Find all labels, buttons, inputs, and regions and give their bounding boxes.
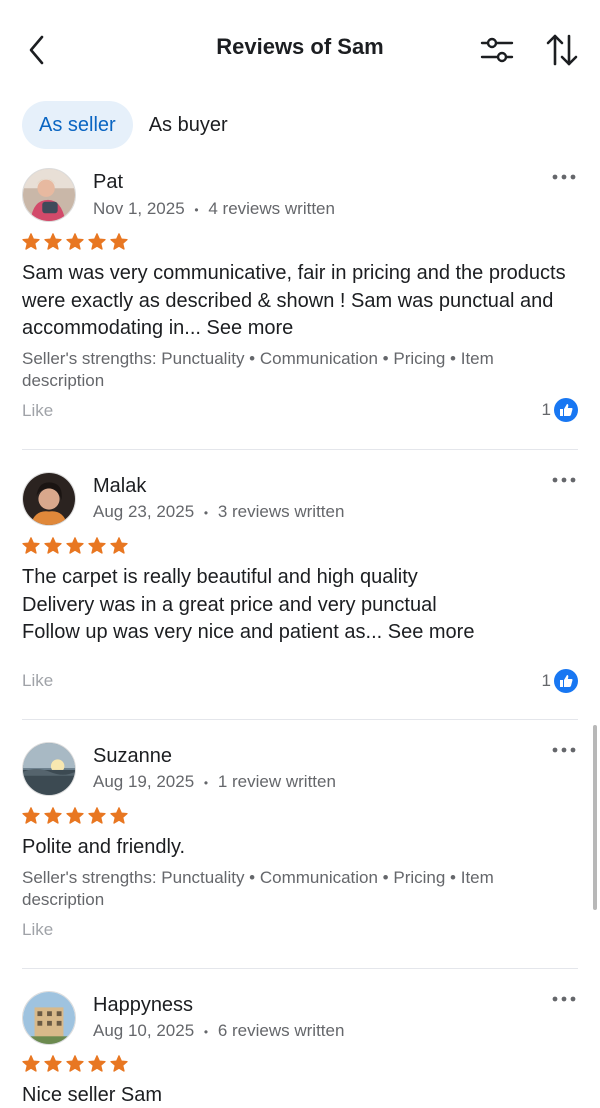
star-icon	[88, 233, 106, 250]
reviewer-name[interactable]: Malak	[93, 475, 146, 498]
meta-separator: •	[203, 506, 209, 520]
scrollbar[interactable]	[593, 725, 597, 910]
meta-separator: •	[194, 203, 199, 217]
star-icon	[110, 807, 128, 824]
more-dots-icon	[552, 747, 576, 753]
avatar[interactable]	[22, 168, 76, 222]
top-bar: Reviews of Sam	[0, 0, 600, 100]
reviews-written-count: 3 reviews written	[217, 502, 345, 521]
star-icon	[22, 537, 40, 554]
like-count[interactable]: 1	[542, 398, 578, 422]
more-options-button[interactable]	[550, 743, 578, 757]
more-options-button[interactable]	[550, 170, 578, 184]
more-dots-icon	[552, 174, 576, 180]
like-button[interactable]: Like	[22, 401, 53, 421]
star-icon	[88, 537, 106, 554]
divider	[22, 449, 578, 450]
review-body: Sam was very communicative, fair in pric…	[22, 262, 566, 339]
meta-separator: •	[203, 1025, 209, 1039]
review-text: Polite and friendly.	[22, 836, 186, 858]
tab-as-seller[interactable]: As seller	[22, 101, 133, 149]
star-icon	[66, 1055, 84, 1072]
review-role-tabs: As seller As buyer	[22, 101, 245, 149]
meta-separator: •	[203, 776, 209, 790]
like-count-number: 1	[541, 400, 551, 419]
review-meta: Aug 10, 2025 • 6 reviews written	[93, 1021, 344, 1041]
star-icon	[88, 1055, 106, 1072]
star-icon	[22, 1055, 40, 1072]
star-icon	[110, 537, 128, 554]
avatar[interactable]	[22, 991, 76, 1045]
star-icon	[44, 807, 62, 824]
star-icon	[110, 1055, 128, 1072]
star-rating	[21, 536, 129, 556]
more-options-button[interactable]	[550, 473, 578, 487]
star-icon	[66, 537, 84, 554]
reviewer-name[interactable]: Happyness	[93, 994, 193, 1017]
sort-button[interactable]	[544, 32, 580, 68]
divider	[22, 968, 578, 969]
review-meta: Aug 19, 2025 • 1 review written	[93, 772, 336, 792]
more-dots-icon	[552, 477, 576, 483]
review-date: Aug 10, 2025	[93, 1021, 195, 1040]
reviews-written-count: 6 reviews written	[217, 1021, 345, 1040]
star-icon	[66, 807, 84, 824]
sort-arrows-icon	[546, 34, 578, 66]
review-meta: Nov 1, 2025 • 4 reviews written	[93, 199, 335, 219]
star-icon	[22, 807, 40, 824]
review-text: Nice seller Sam	[22, 1084, 163, 1106]
avatar[interactable]	[22, 472, 76, 526]
review-line: Follow up was very nice and patient as..…	[22, 621, 383, 643]
like-button[interactable]: Like	[22, 671, 53, 691]
star-icon	[44, 537, 62, 554]
review-line: The carpet is really beautiful and high …	[22, 566, 418, 588]
review-text: The carpet is really beautiful and high …	[22, 564, 578, 647]
star-icon	[66, 233, 84, 250]
star-icon	[88, 807, 106, 824]
thumbs-up-icon	[554, 398, 578, 422]
star-rating	[21, 1054, 129, 1074]
star-rating	[21, 232, 129, 252]
star-icon	[44, 1055, 62, 1072]
see-more-link[interactable]: See more	[207, 317, 294, 339]
tab-as-buyer[interactable]: As buyer	[133, 101, 245, 149]
seller-strengths: Seller's strengths: Punctuality • Commun…	[22, 349, 494, 390]
more-dots-icon	[552, 996, 576, 1002]
filter-button[interactable]	[480, 34, 514, 66]
review-date: Aug 19, 2025	[93, 772, 195, 791]
star-rating	[21, 806, 129, 826]
reviewer-name[interactable]: Pat	[93, 171, 123, 194]
seller-strengths: Seller's strengths: Punctuality • Commun…	[22, 868, 494, 909]
like-button[interactable]: Like	[22, 920, 53, 940]
reviews-written-count: 1 review written	[217, 772, 336, 791]
avatar[interactable]	[22, 742, 76, 796]
star-icon	[110, 233, 128, 250]
review-line: Delivery was in a great price and very p…	[22, 593, 437, 616]
review-date: Nov 1, 2025	[93, 199, 185, 218]
thumbs-up-icon	[554, 669, 578, 693]
review-meta: Aug 23, 2025 • 3 reviews written	[93, 502, 344, 522]
like-count[interactable]: 1	[542, 669, 578, 693]
sliders-icon	[480, 37, 514, 63]
see-more-link[interactable]: See more	[388, 621, 475, 643]
review-text: Sam was very communicative, fair in pric…	[22, 260, 578, 343]
review-date: Aug 23, 2025	[93, 502, 195, 521]
reviewer-name[interactable]: Suzanne	[93, 745, 172, 768]
star-icon	[22, 233, 40, 250]
reviews-written-count: 4 reviews written	[208, 199, 335, 218]
review-line-last: Follow up was very nice and patient as..…	[22, 619, 578, 647]
divider	[22, 719, 578, 720]
like-count-number: 1	[541, 671, 551, 690]
more-options-button[interactable]	[550, 992, 578, 1006]
star-icon	[44, 233, 62, 250]
